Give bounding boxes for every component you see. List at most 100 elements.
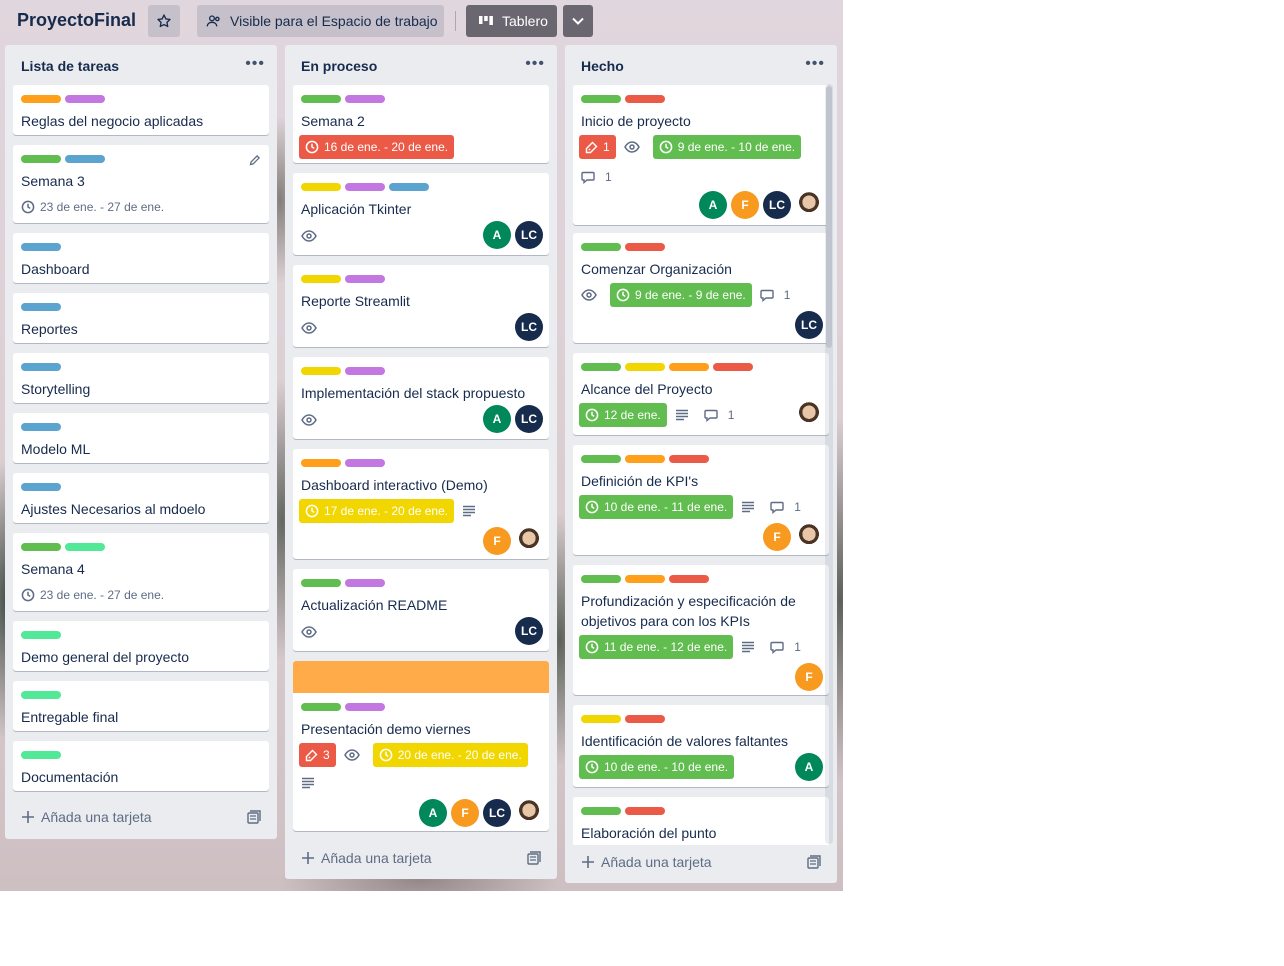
card-labels[interactable] — [21, 631, 61, 639]
list-scrollbar-thumb[interactable] — [826, 86, 832, 348]
card[interactable]: Implementación del stack propuesto A LC — [293, 357, 549, 439]
label-yellow[interactable] — [301, 183, 341, 191]
card[interactable]: Comenzar Organización 9 de ene. - 9 de en… — [573, 233, 829, 343]
label-red[interactable] — [625, 807, 665, 815]
member-avatar[interactable]: LC — [763, 191, 791, 219]
label-green[interactable] — [21, 155, 61, 163]
member-avatar[interactable]: A — [699, 191, 727, 219]
label-lime[interactable] — [21, 691, 61, 699]
pencil-icon[interactable] — [249, 153, 261, 171]
label-yellow[interactable] — [301, 275, 341, 283]
card-labels[interactable] — [21, 363, 61, 371]
label-green[interactable] — [21, 543, 61, 551]
label-orange[interactable] — [301, 459, 341, 467]
label-blue[interactable] — [65, 155, 105, 163]
label-orange[interactable] — [21, 95, 61, 103]
card-labels[interactable] — [21, 543, 105, 551]
add-card-button[interactable]: Añada una tarjeta — [301, 850, 432, 866]
member-avatar-photo[interactable] — [515, 527, 543, 555]
card-labels[interactable] — [581, 455, 709, 463]
due-date-badge[interactable]: 16 de ene. - 20 de ene. — [299, 135, 455, 159]
label-purple[interactable] — [345, 183, 385, 191]
due-date-badge[interactable]: 11 de ene. - 12 de ene. — [579, 635, 734, 659]
list-menu-button[interactable]: ••• — [245, 55, 265, 73]
label-blue[interactable] — [21, 363, 61, 371]
member-avatar[interactable]: A — [483, 221, 511, 249]
due-date-badge[interactable]: 9 de ene. - 9 de ene. — [610, 283, 752, 307]
label-yellow[interactable] — [625, 363, 665, 371]
card-labels[interactable] — [301, 459, 385, 467]
member-avatar-photo[interactable] — [795, 191, 823, 219]
member-avatar[interactable]: LC — [515, 313, 543, 341]
card-labels[interactable] — [581, 715, 665, 723]
card[interactable]: Modelo ML — [13, 413, 269, 463]
add-card-button[interactable]: Añada una tarjeta — [581, 854, 712, 870]
member-avatar[interactable]: LC — [515, 221, 543, 249]
member-avatar[interactable]: A — [483, 405, 511, 433]
label-lime[interactable] — [21, 631, 61, 639]
label-lime[interactable] — [65, 543, 105, 551]
card[interactable]: Semana 2 16 de ene. - 20 de ene. — [293, 85, 549, 163]
label-orange[interactable] — [625, 575, 665, 583]
card-labels[interactable] — [581, 363, 753, 371]
label-green[interactable] — [301, 579, 341, 587]
card-labels[interactable] — [21, 691, 61, 699]
card[interactable]: Definición de KPI's 10 de ene. - 11 de en… — [573, 445, 829, 555]
card-labels[interactable] — [301, 95, 385, 103]
member-avatar[interactable]: LC — [483, 799, 511, 827]
card[interactable]: Aplicación Tkinter A LC — [293, 173, 549, 255]
card[interactable]: Demo general del proyecto — [13, 621, 269, 671]
card-labels[interactable] — [581, 807, 665, 815]
label-green[interactable] — [581, 363, 621, 371]
card-template-icon[interactable] — [807, 855, 821, 874]
label-red[interactable] — [713, 363, 753, 371]
card-labels[interactable] — [21, 303, 61, 311]
card[interactable]: Inicio de proyecto 1 9 de ene. - 10 de ene… — [573, 85, 829, 225]
label-blue[interactable] — [389, 183, 429, 191]
label-red[interactable] — [625, 715, 665, 723]
label-yellow[interactable] — [301, 367, 341, 375]
list-menu-button[interactable]: ••• — [805, 55, 825, 73]
label-orange[interactable] — [625, 455, 665, 463]
card-list[interactable]: Inicio de proyecto 1 9 de ene. - 10 de ene… — [565, 83, 837, 845]
due-date-badge[interactable]: 12 de ene. — [579, 403, 667, 427]
card-labels[interactable] — [21, 95, 105, 103]
card[interactable]: Semana 3 23 de ene. - 27 de ene. — [13, 145, 269, 223]
member-avatar-photo[interactable] — [795, 401, 823, 429]
member-avatar[interactable]: LC — [515, 617, 543, 645]
card-labels[interactable] — [301, 183, 429, 191]
list-title[interactable]: En proceso — [301, 58, 377, 74]
label-green[interactable] — [581, 243, 621, 251]
label-yellow[interactable] — [581, 715, 621, 723]
card[interactable]: Entregable final — [13, 681, 269, 731]
member-avatar-photo[interactable] — [795, 523, 823, 551]
card-template-icon[interactable] — [527, 851, 541, 870]
label-blue[interactable] — [21, 303, 61, 311]
due-date-badge[interactable]: 10 de ene. - 10 de ene. — [579, 755, 735, 779]
card-labels[interactable] — [301, 275, 385, 283]
card-labels[interactable] — [21, 423, 61, 431]
label-green[interactable] — [301, 703, 341, 711]
label-green[interactable] — [581, 807, 621, 815]
card[interactable]: Alcance del Proyecto 12 de ene. 1 — [573, 353, 829, 435]
label-purple[interactable] — [345, 579, 385, 587]
member-avatar[interactable]: F — [795, 663, 823, 691]
card-labels[interactable] — [581, 243, 665, 251]
list-title[interactable]: Lista de tareas — [21, 58, 119, 74]
list-title[interactable]: Hecho — [581, 58, 624, 74]
label-red[interactable] — [625, 243, 665, 251]
due-date-badge[interactable]: 17 de ene. - 20 de ene. — [299, 499, 455, 523]
card[interactable]: Semana 4 23 de ene. - 27 de ene. — [13, 533, 269, 611]
card[interactable]: Reporte Streamlit LC — [293, 265, 549, 347]
member-avatar[interactable]: F — [731, 191, 759, 219]
card[interactable]: Documentación — [13, 741, 269, 791]
label-lime[interactable] — [21, 751, 61, 759]
card-labels[interactable] — [21, 155, 105, 163]
label-green[interactable] — [581, 95, 621, 103]
card[interactable]: Storytelling — [13, 353, 269, 403]
card[interactable]: Identificación de valores faltantes 10 de… — [573, 705, 829, 787]
card-labels[interactable] — [21, 483, 61, 491]
label-purple[interactable] — [345, 275, 385, 283]
star-button[interactable] — [148, 5, 180, 37]
label-purple[interactable] — [345, 703, 385, 711]
